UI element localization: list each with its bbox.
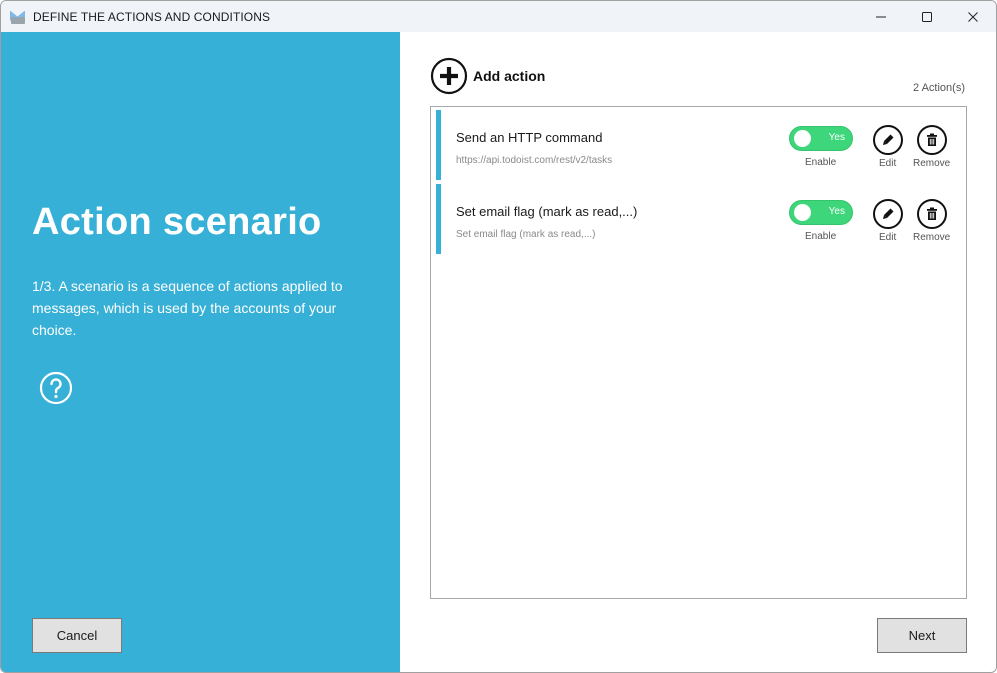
maximize-button[interactable] xyxy=(904,1,950,32)
add-action-label: Add action xyxy=(473,68,546,84)
actions-list: Send an HTTP command https://api.todoist… xyxy=(430,106,967,599)
enable-label: Enable xyxy=(805,231,837,242)
close-button[interactable] xyxy=(950,1,996,32)
enable-toggle[interactable]: Yes xyxy=(789,126,853,151)
next-button[interactable]: Next xyxy=(877,618,967,653)
trash-icon xyxy=(927,133,937,146)
action-subtitle: Set email flag (mark as read,...) xyxy=(456,229,596,240)
remove-label: Remove xyxy=(913,158,951,169)
plus-circle-icon xyxy=(430,57,468,95)
question-circle-icon[interactable] xyxy=(39,371,73,405)
maximize-icon xyxy=(922,11,932,22)
action-item[interactable]: Set email flag (mark as read,...) Set em… xyxy=(436,184,961,254)
info-panel: Action scenario 1/3. A scenario is a seq… xyxy=(1,32,400,672)
enable-toggle[interactable]: Yes xyxy=(789,200,853,225)
panel-title: Action scenario xyxy=(32,201,322,243)
remove-button[interactable] xyxy=(917,125,947,155)
action-count: 2 Action(s) xyxy=(913,82,965,94)
remove-button[interactable] xyxy=(917,199,947,229)
action-title: Set email flag (mark as read,...) xyxy=(456,204,638,219)
minimize-button[interactable] xyxy=(858,1,904,32)
pencil-icon xyxy=(883,134,894,145)
panel-description: 1/3. A scenario is a sequence of actions… xyxy=(32,278,343,338)
action-accent-bar xyxy=(436,184,441,254)
trash-icon xyxy=(927,207,937,220)
edit-button[interactable] xyxy=(873,199,903,229)
add-action-button[interactable]: Add action xyxy=(430,57,545,95)
toggle-knob xyxy=(794,204,811,221)
dialog-window: DEFINE THE ACTIONS AND CONDITIONS Action… xyxy=(0,0,997,673)
edit-label: Edit xyxy=(879,232,897,243)
minimize-icon xyxy=(876,16,886,17)
toggle-state-label: Yes xyxy=(828,206,845,217)
title-bar: DEFINE THE ACTIONS AND CONDITIONS xyxy=(1,1,996,32)
edit-button[interactable] xyxy=(873,125,903,155)
toggle-knob xyxy=(794,130,811,147)
pencil-icon xyxy=(883,208,894,219)
close-icon xyxy=(968,11,978,22)
action-accent-bar xyxy=(436,110,441,180)
window-title: DEFINE THE ACTIONS AND CONDITIONS xyxy=(33,9,271,24)
edit-label: Edit xyxy=(879,158,897,169)
action-title: Send an HTTP command xyxy=(456,130,603,145)
cancel-button[interactable]: Cancel xyxy=(32,618,122,653)
remove-label: Remove xyxy=(913,232,951,243)
enable-label: Enable xyxy=(805,157,837,168)
toggle-state-label: Yes xyxy=(828,132,845,143)
action-item[interactable]: Send an HTTP command https://api.todoist… xyxy=(436,110,961,180)
mail-tray-icon xyxy=(9,9,27,25)
action-subtitle: https://api.todoist.com/rest/v2/tasks xyxy=(456,155,613,166)
